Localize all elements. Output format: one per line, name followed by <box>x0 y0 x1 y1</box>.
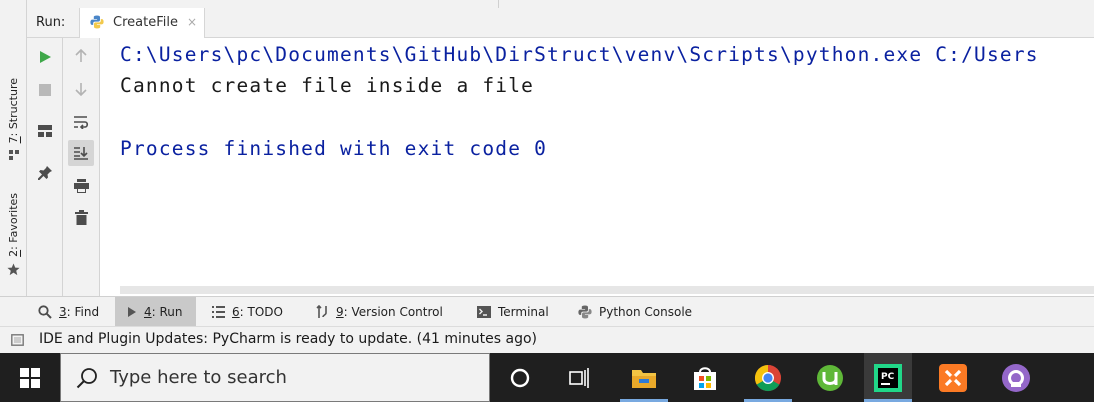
run-tab-label: 4: Run <box>144 305 183 319</box>
console-line-output: Cannot create file inside a file <box>120 74 535 97</box>
task-view-button[interactable] <box>556 353 604 402</box>
favorites-tab[interactable]: 2: Favorites <box>0 193 27 276</box>
print-button[interactable] <box>68 173 94 199</box>
stop-button[interactable] <box>32 77 58 103</box>
cortana-button[interactable] <box>496 353 544 402</box>
todo-list-icon <box>212 306 225 318</box>
terminal-tab[interactable]: Terminal <box>477 297 549 327</box>
console-line-command: C:\Users\pc\Documents\GitHub\DirStruct\v… <box>120 43 1039 66</box>
trash-icon <box>74 209 88 225</box>
version-control-icon <box>316 305 327 318</box>
structure-icon <box>8 150 19 161</box>
stop-icon <box>39 84 51 96</box>
run-toolbar-primary <box>27 38 63 296</box>
restore-layout-button[interactable] <box>32 118 58 144</box>
chrome-icon <box>754 364 781 391</box>
svg-text:PC: PC <box>881 372 895 382</box>
python-icon <box>578 305 592 319</box>
taskbar-search-box[interactable]: Type here to search <box>60 353 490 402</box>
todo-tab-label: 6: TODO <box>232 305 283 319</box>
start-button[interactable] <box>0 353 60 402</box>
layout-icon <box>38 125 52 137</box>
left-tool-strip: 7: Structure 2: Favorites <box>0 0 27 296</box>
terminal-icon <box>477 306 491 318</box>
top-strip-divider <box>27 0 499 8</box>
status-bar: IDE and Plugin Updates: PyCharm is ready… <box>0 326 1094 353</box>
python-console-tab[interactable]: Python Console <box>578 297 692 327</box>
run-label: Run: <box>36 15 66 30</box>
terminal-tab-label: Terminal <box>498 305 549 319</box>
file-explorer-button[interactable] <box>620 353 668 402</box>
run-toolbar-secondary <box>63 38 100 296</box>
cortana-icon <box>510 368 530 387</box>
python-file-icon <box>90 15 104 29</box>
microsoft-store-icon <box>694 366 716 390</box>
scroll-to-end-button[interactable] <box>68 140 94 166</box>
soft-wrap-button[interactable] <box>68 109 94 135</box>
star-icon <box>7 263 20 276</box>
tool-window-bar: 3: Find 4: Run 6: TODO 9: Version Contro… <box>0 296 1094 327</box>
clear-all-button[interactable] <box>68 204 94 230</box>
python-console-tab-label: Python Console <box>599 305 693 319</box>
version-control-tab[interactable]: 9: Version Control <box>316 297 443 327</box>
status-message[interactable]: IDE and Plugin Updates: PyCharm is ready… <box>39 331 537 347</box>
utorrent-button[interactable] <box>806 353 854 402</box>
run-header: Run: CreateFile × <box>27 8 1094 38</box>
microsoft-store-button[interactable] <box>681 353 729 402</box>
run-config-tab[interactable]: CreateFile × <box>79 8 205 38</box>
windows-logo-icon <box>20 367 40 388</box>
pycharm-button[interactable]: PC <box>864 353 912 402</box>
xampp-button[interactable] <box>929 353 977 402</box>
search-icon <box>38 305 52 319</box>
arrow-down-icon <box>75 83 87 96</box>
utorrent-icon <box>817 364 843 391</box>
pycharm-icon: PC <box>874 363 902 392</box>
file-explorer-icon <box>632 369 656 388</box>
run-tab[interactable]: 4: Run <box>115 297 196 327</box>
pin-tab-button[interactable] <box>32 159 58 185</box>
next-occurrence-button[interactable] <box>68 76 94 102</box>
structure-tab[interactable]: 7: Structure <box>0 78 27 161</box>
scroll-to-end-icon <box>74 147 88 160</box>
xampp-icon <box>939 363 967 392</box>
previous-occurrence-button[interactable] <box>68 43 94 69</box>
find-tab[interactable]: 3: Find <box>38 297 113 327</box>
search-placeholder: Type here to search <box>110 367 287 388</box>
console-output[interactable]: C:\Users\pc\Documents\GitHub\DirStruct\v… <box>101 38 1094 296</box>
run-icon <box>128 307 136 317</box>
pin-icon <box>37 165 52 180</box>
rerun-button[interactable] <box>32 44 58 70</box>
soft-wrap-icon <box>74 116 89 129</box>
console-line-exit: Process finished with exit code 0 <box>120 137 548 160</box>
horizontal-scrollbar[interactable] <box>120 286 1094 294</box>
find-tab-label: 3: Find <box>59 305 100 319</box>
todo-tab[interactable]: 6: TODO <box>212 297 283 327</box>
tool-windows-toggle-icon[interactable] <box>11 334 24 346</box>
favorites-tab-label: 2: Favorites <box>7 193 20 257</box>
version-control-tab-label: 9: Version Control <box>336 305 443 319</box>
printer-icon <box>73 179 89 193</box>
task-view-icon <box>569 367 589 388</box>
github-desktop-icon <box>1002 363 1030 392</box>
close-tab-button[interactable]: × <box>187 15 197 29</box>
structure-tab-label: 7: Structure <box>7 78 20 144</box>
search-icon <box>76 368 97 389</box>
arrow-up-icon <box>75 49 87 62</box>
play-icon <box>40 51 51 63</box>
top-strip <box>27 0 1094 8</box>
windows-taskbar: Type here to search PC <box>0 353 1094 402</box>
github-desktop-button[interactable] <box>992 353 1040 402</box>
chrome-button[interactable] <box>744 353 792 402</box>
run-config-tab-label: CreateFile <box>113 15 178 30</box>
